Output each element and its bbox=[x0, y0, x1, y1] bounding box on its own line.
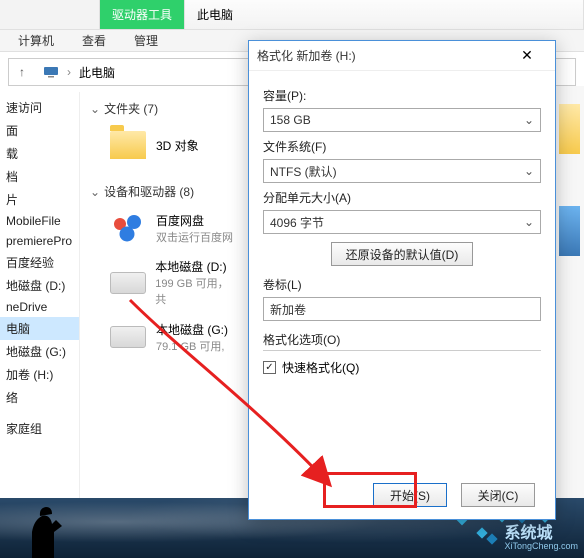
ribbon-spacer bbox=[0, 0, 100, 29]
close-icon[interactable]: ✕ bbox=[507, 47, 547, 64]
capacity-label: 容量(P): bbox=[263, 87, 541, 104]
nav-sidebar: 速访问 面 载 档 片 MobileFile premierePro 百度经验 … bbox=[0, 92, 80, 530]
pc-icon bbox=[43, 64, 59, 80]
volume-label-input[interactable]: 新加卷 bbox=[263, 297, 541, 321]
device-item-baidu[interactable]: 百度网盘双击运行百度网 bbox=[108, 208, 238, 248]
watermark-url: XiTongCheng.com bbox=[504, 542, 578, 552]
dialog-buttons: 开始(S) 关闭(C) bbox=[249, 483, 555, 507]
watermark-logo-icon bbox=[476, 527, 498, 549]
filesystem-value: NTFS (默认) bbox=[270, 163, 337, 180]
ribbon-title-text: 此电脑 bbox=[197, 6, 233, 23]
ribbon-tab-label: 驱动器工具 bbox=[112, 6, 172, 23]
dialog-title-text: 格式化 新加卷 (H:) bbox=[257, 47, 507, 64]
volume-label-value: 新加卷 bbox=[270, 301, 306, 318]
drive-icon bbox=[110, 272, 146, 294]
sidebar-item[interactable]: 家庭组 bbox=[0, 417, 79, 440]
device-desc: 双击运行百度网 bbox=[156, 229, 233, 245]
chevron-down-icon: ⌄ bbox=[524, 215, 534, 229]
volume-label-label: 卷标(L) bbox=[263, 276, 541, 293]
nav-up-icon[interactable]: ↑ bbox=[9, 59, 35, 85]
capacity-value: 158 GB bbox=[270, 113, 311, 127]
start-button[interactable]: 开始(S) bbox=[373, 483, 447, 507]
watermark-text: 系统城 bbox=[504, 525, 578, 543]
ribbon-title: 此电脑 bbox=[185, 0, 584, 29]
chevron-down-icon: ⌄ bbox=[524, 164, 534, 178]
quick-format-label: 快速格式化(Q) bbox=[282, 359, 359, 376]
sidebar-item[interactable]: 面 bbox=[0, 119, 79, 142]
crumb-text: 此电脑 bbox=[79, 64, 115, 81]
device-label: 本地磁盘 (D:) bbox=[155, 258, 238, 275]
menu-manage[interactable]: 管理 bbox=[120, 30, 172, 51]
format-dialog: 格式化 新加卷 (H:) ✕ 容量(P): 158 GB ⌄ 文件系统(F) NT… bbox=[248, 40, 556, 520]
sidebar-item[interactable]: 络 bbox=[0, 386, 79, 409]
allocation-label: 分配单元大小(A) bbox=[263, 189, 541, 206]
crumb-this-pc[interactable]: 此电脑 bbox=[35, 64, 123, 81]
sidebar-item[interactable]: 速访问 bbox=[0, 96, 79, 119]
device-desc: 79.1 GB 可用, bbox=[156, 338, 228, 354]
device-label: 本地磁盘 (G:) bbox=[156, 321, 228, 338]
allocation-select[interactable]: 4096 字节 ⌄ bbox=[263, 210, 541, 234]
format-options-group: ✓ 快速格式化(Q) bbox=[263, 350, 541, 380]
sidebar-item[interactable]: 载 bbox=[0, 142, 79, 165]
restore-defaults-button[interactable]: 还原设备的默认值(D) bbox=[331, 242, 474, 266]
quick-format-checkbox[interactable]: ✓ 快速格式化(Q) bbox=[263, 359, 541, 376]
sidebar-item[interactable]: 档 bbox=[0, 165, 79, 188]
dialog-titlebar: 格式化 新加卷 (H:) ✕ bbox=[249, 41, 555, 71]
ribbon: 驱动器工具 此电脑 bbox=[0, 0, 584, 30]
checkbox-icon: ✓ bbox=[263, 361, 276, 374]
watermark: 系统城 XiTongCheng.com bbox=[476, 525, 578, 552]
silhouette-icon bbox=[12, 502, 72, 558]
preview-stripe bbox=[554, 86, 584, 498]
chevron-down-icon: ⌄ bbox=[524, 113, 534, 127]
sidebar-item[interactable]: 片 bbox=[0, 188, 79, 211]
folder-icon bbox=[110, 131, 146, 159]
device-item-drive-g[interactable]: 本地磁盘 (G:)79.1 GB 可用, bbox=[108, 317, 238, 357]
device-label: 百度网盘 bbox=[156, 212, 233, 229]
drive-icon bbox=[110, 326, 146, 348]
sidebar-item[interactable]: neDrive bbox=[0, 297, 79, 317]
device-item-drive-d[interactable]: 本地磁盘 (D:)199 GB 可用，共 bbox=[108, 258, 238, 307]
dialog-body: 容量(P): 158 GB ⌄ 文件系统(F) NTFS (默认) ⌄ 分配单元大小… bbox=[249, 71, 555, 390]
baidu-icon bbox=[108, 208, 148, 248]
sidebar-item[interactable]: 电脑 bbox=[0, 317, 79, 340]
sidebar-item[interactable]: 百度经验 bbox=[0, 251, 79, 274]
menu-view[interactable]: 查看 bbox=[68, 30, 120, 51]
sidebar-item[interactable]: 地磁盘 (G:) bbox=[0, 340, 79, 363]
sidebar-item[interactable]: 加卷 (H:) bbox=[0, 363, 79, 386]
sidebar-item[interactable]: premierePro bbox=[0, 231, 79, 251]
format-options-label: 格式化选项(O) bbox=[263, 331, 541, 348]
allocation-value: 4096 字节 bbox=[270, 214, 324, 231]
folder-item[interactable]: 3D 对象 bbox=[108, 125, 238, 165]
sidebar-item[interactable]: MobileFile bbox=[0, 211, 79, 231]
sidebar-item[interactable]: 地磁盘 (D:) bbox=[0, 274, 79, 297]
folder-label: 3D 对象 bbox=[156, 137, 199, 154]
close-button[interactable]: 关闭(C) bbox=[461, 483, 535, 507]
filesystem-select[interactable]: NTFS (默认) ⌄ bbox=[263, 159, 541, 183]
menu-computer[interactable]: 计算机 bbox=[4, 30, 68, 51]
capacity-select[interactable]: 158 GB ⌄ bbox=[263, 108, 541, 132]
device-desc: 199 GB 可用，共 bbox=[155, 275, 238, 307]
ribbon-tab-drive-tools[interactable]: 驱动器工具 bbox=[100, 0, 185, 29]
filesystem-label: 文件系统(F) bbox=[263, 138, 541, 155]
